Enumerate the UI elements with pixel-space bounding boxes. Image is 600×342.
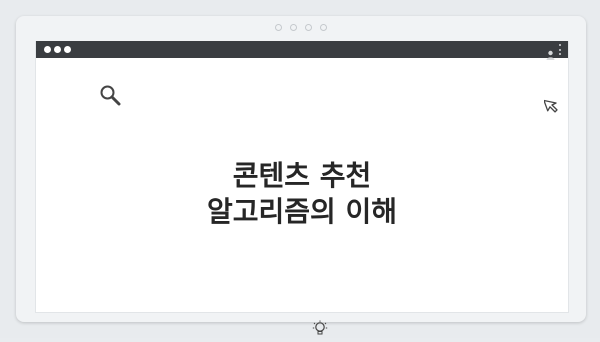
user-icon[interactable] <box>546 45 555 60</box>
frame-dot <box>320 24 327 31</box>
lightbulb-icon <box>312 320 328 338</box>
slide-content: 콘텐츠 추천 알고리즘의 이해 <box>36 58 568 335</box>
device-frame: 콘텐츠 추천 알고리즘의 이해 <box>16 16 586 335</box>
frame-dots <box>16 24 586 31</box>
kebab-menu-icon[interactable] <box>559 44 562 55</box>
titlebar-actions <box>546 44 562 60</box>
frame-dot <box>290 24 297 31</box>
window-control-dot[interactable] <box>44 46 51 53</box>
browser-titlebar <box>36 41 568 60</box>
frame-dot <box>305 24 312 31</box>
cursor-icon <box>543 96 564 116</box>
slide-background: 콘텐츠 추천 알고리즘의 이해 <box>0 0 600 338</box>
window-control-dot[interactable] <box>64 46 71 53</box>
search-icon <box>99 84 121 106</box>
slide-title-line2: 알고리즘의 이해 <box>206 195 398 228</box>
window-controls <box>44 46 71 53</box>
browser-window: 콘텐츠 추천 알고리즘의 이해 <box>35 41 569 335</box>
slide-title: 콘텐츠 추천 알고리즘의 이해 <box>36 158 568 230</box>
frame-dot <box>275 24 282 31</box>
window-control-dot[interactable] <box>54 46 61 53</box>
slide-title-line1: 콘텐츠 추천 <box>232 159 372 192</box>
